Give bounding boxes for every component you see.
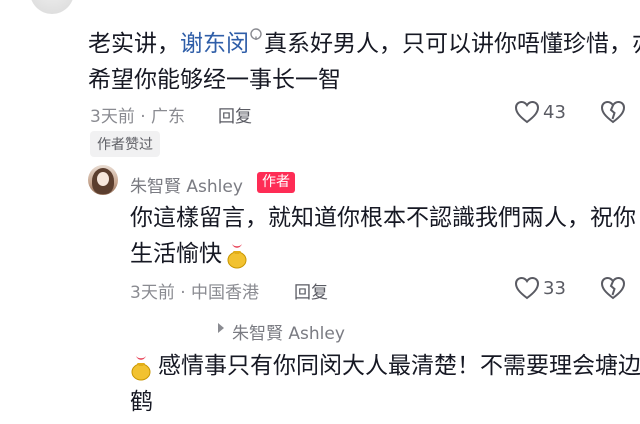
comment-text-suffix: 真系好男人，只可以讲你唔懂珍惜，亦 [264,31,640,57]
comment-text-prefix: 老实讲， [88,31,180,57]
broken-heart-icon[interactable] [600,100,626,124]
comment-text-line2: 希望你能够经一事长一智 [88,67,341,93]
reply-to-name[interactable]: 朱智賢 Ashley [232,319,345,344]
comment-text: 老实讲，谢东闵 真系好男人，只可以讲你唔懂珍惜，亦 [88,26,640,62]
reply-text-line1: 你這樣留言，就知道你根本不認識我們兩人，祝你 [130,205,636,231]
author-badge: 作者 [257,172,295,193]
verified-check-icon [250,28,262,40]
avatar[interactable] [30,0,74,14]
mention-label: 谢东闵 [180,31,249,57]
heart-outline-icon[interactable] [514,276,540,300]
reply-button[interactable]: 回复 [218,102,252,127]
like-count: 33 [543,278,566,299]
author-liked-chip: 作者赞过 [90,131,160,157]
reply-button[interactable]: 回复 [294,278,328,303]
reply-text-line2: 鹤 [130,389,153,415]
broken-heart-icon[interactable] [600,276,626,300]
reply-text-line1: 感情事只有你同闵大人最清楚！不需要理会塘边 [130,348,640,384]
like-count: 43 [543,102,566,123]
reply-text-line2-label: 生活愉快 [130,241,222,267]
gold-bag-emoji-icon [130,353,152,381]
gold-bag-emoji-icon [226,241,248,269]
avatar[interactable] [88,165,118,195]
reply-meta: 3天前 · 中国香港 [130,283,260,303]
reply-author-name[interactable]: 朱智賢 Ashley [130,172,243,197]
comment-meta: 3天前 · 广东 [90,107,186,127]
reply-text-line1-label: 感情事只有你同闵大人最清楚！不需要理会塘边 [158,353,640,379]
heart-outline-icon[interactable] [514,100,540,124]
reply-arrow-icon [216,322,226,334]
user-mention-link[interactable]: 谢东闵 [180,28,264,57]
reply-text-line2: 生活愉快 [130,236,248,272]
